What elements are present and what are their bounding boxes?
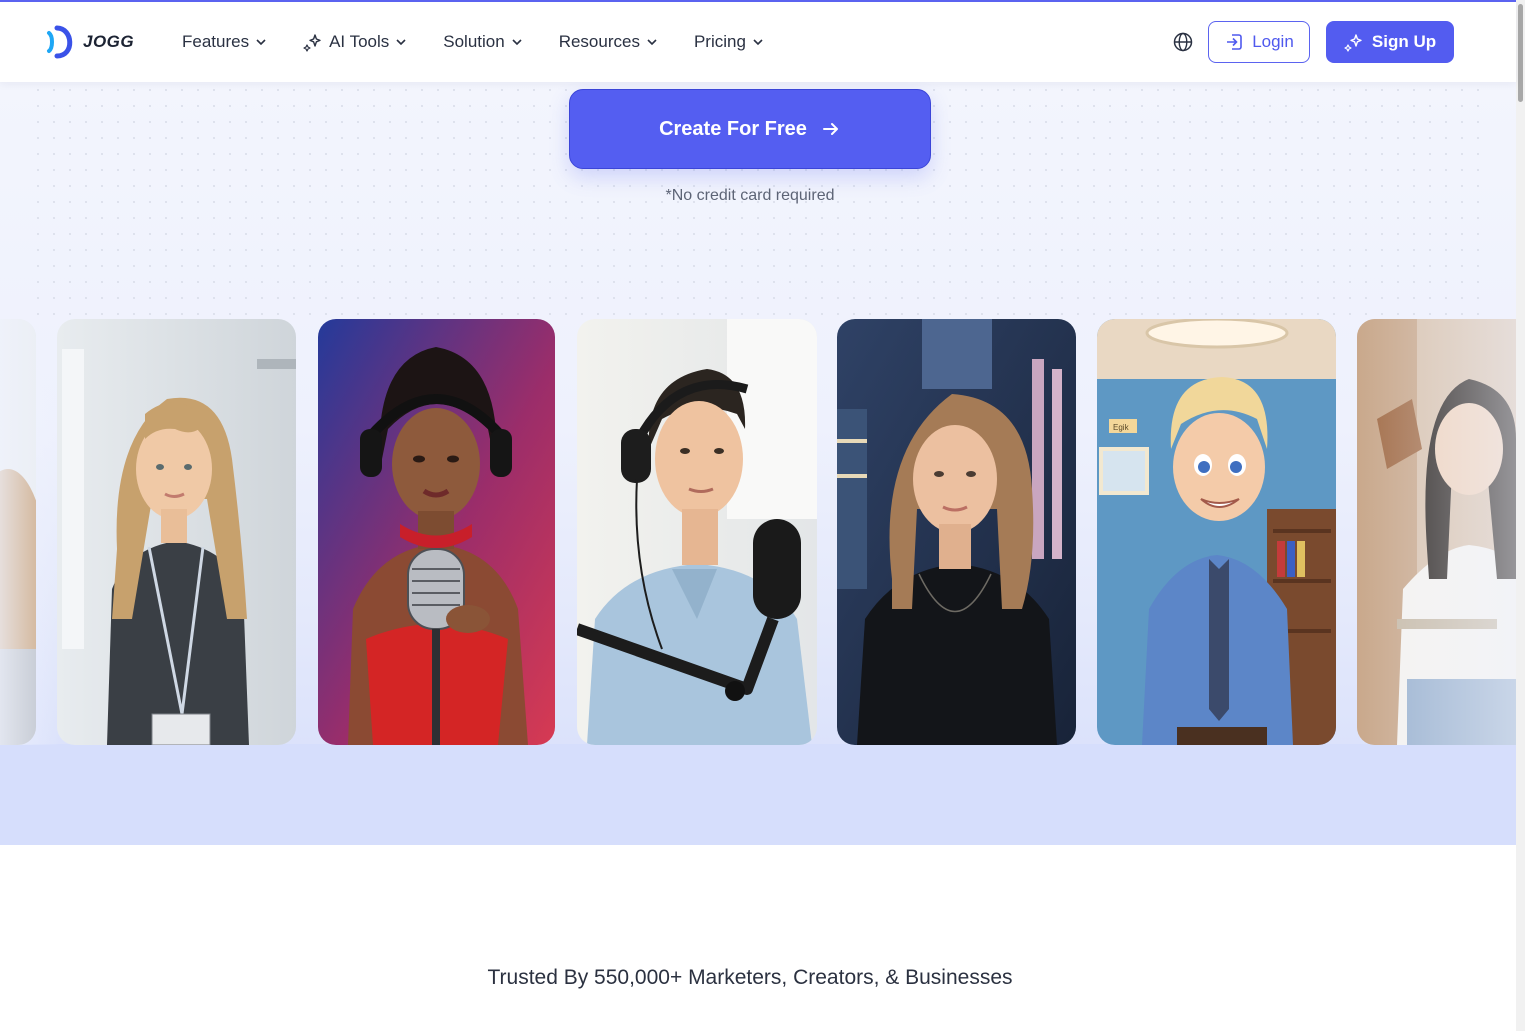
gallery-fade-left: [0, 319, 60, 745]
no-credit-card-note: *No credit card required: [665, 187, 835, 204]
login-button[interactable]: Login: [1208, 21, 1310, 63]
cta-label: Create For Free: [659, 117, 807, 140]
globe-icon[interactable]: [1172, 31, 1194, 53]
nav-features-label: Features: [182, 32, 250, 51]
nav-features[interactable]: Features: [182, 32, 267, 52]
chevron-down-icon: [753, 39, 763, 46]
sparkle-icon: [303, 34, 321, 52]
portrait-icon: [837, 319, 1076, 745]
avatar-card[interactable]: [837, 319, 1076, 745]
login-icon: [1227, 34, 1242, 50]
arrow-right-icon: [822, 123, 838, 135]
portrait-icon: [318, 319, 555, 745]
portrait-icon: Egik: [1097, 319, 1336, 745]
chevron-down-icon: [512, 39, 522, 46]
hero-section: Create For Free *No credit card required: [0, 82, 1516, 845]
avatar-card[interactable]: Egik: [1097, 319, 1336, 745]
scrollbar-thumb[interactable]: [1518, 4, 1523, 102]
nav-ai-tools-label: AI Tools: [329, 32, 390, 51]
portrait-icon: [57, 319, 296, 745]
nav-ai-tools[interactable]: AI Tools: [303, 32, 407, 52]
sticky-note-text: Egik: [1113, 423, 1130, 432]
page-top-accent-line: [0, 0, 1516, 2]
avatar-card[interactable]: [57, 319, 296, 745]
jogg-logo-icon: [47, 25, 73, 59]
logo[interactable]: JOGG: [45, 24, 134, 60]
portrait-icon: [577, 319, 817, 745]
chevron-down-icon: [256, 39, 266, 46]
chevron-down-icon: [647, 39, 657, 46]
logo-text: JOGG: [83, 32, 135, 51]
sparkle-icon: [1344, 34, 1362, 52]
create-for-free-button[interactable]: Create For Free: [569, 89, 931, 169]
avatar-card[interactable]: [318, 319, 555, 745]
nav-solution[interactable]: Solution: [443, 32, 522, 52]
hero-bottom-band: [0, 744, 1516, 845]
nav-resources[interactable]: Resources: [559, 32, 658, 52]
trusted-by-heading: Trusted By 550,000+ Marketers, Creators,…: [487, 966, 1013, 989]
nav-pricing[interactable]: Pricing: [694, 32, 764, 52]
gallery-fade-right: [1356, 319, 1516, 745]
page-scrollbar[interactable]: [1516, 0, 1525, 1031]
signup-label: Sign Up: [1371, 32, 1437, 51]
site-header: JOGG Features AI Tools Solution Resource…: [0, 2, 1516, 82]
nav-solution-label: Solution: [443, 32, 505, 51]
chevron-down-icon: [396, 39, 406, 46]
nav-pricing-label: Pricing: [693, 32, 746, 51]
signup-button[interactable]: Sign Up: [1326, 21, 1454, 63]
avatar-card[interactable]: [577, 319, 817, 745]
login-label: Login: [1252, 32, 1294, 51]
main-nav: Features AI Tools Solution Resources Pri…: [182, 2, 800, 82]
nav-resources-label: Resources: [558, 32, 640, 51]
